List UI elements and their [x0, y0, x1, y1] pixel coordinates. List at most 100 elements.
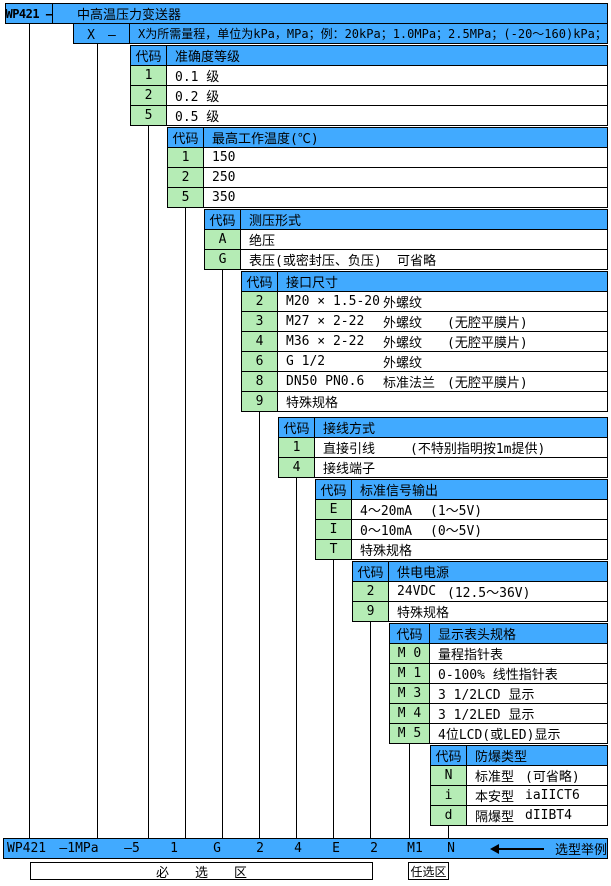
section-port-size: 代码 接口尺寸 2 M20 × 1.5-20外螺纹 3 M27 × 2-22外螺…	[241, 271, 608, 412]
row-desc: 隔爆型	[475, 806, 525, 825]
table-row: 1 直接引线(不特别指明按1m提供)	[278, 437, 608, 458]
row-note: (0～5V)	[430, 520, 482, 539]
connector-line	[148, 126, 149, 838]
row-desc: 本安型	[475, 786, 525, 805]
code-cell: 9	[352, 601, 389, 622]
connector-line	[97, 44, 98, 838]
row-thread: 外螺纹	[383, 292, 447, 311]
code-header-cell: 代码	[130, 45, 167, 66]
code-cell: d	[430, 805, 467, 826]
table-row: 2 250	[167, 167, 608, 188]
section-title: 准确度等级	[166, 45, 608, 66]
row-note: (12.5～36V)	[447, 582, 530, 601]
range-desc-cell: X为所需量程，单位为kPa，MPa；例：20kPa；1.0MPa；2.5MPa；…	[129, 23, 608, 44]
row-desc: 表压(或密封压、负压)	[249, 250, 397, 269]
left-arrow-shaft	[498, 848, 544, 850]
row-desc: G 1/2	[286, 354, 383, 369]
table-row: 8 DN50 PN0.6标准法兰(无腔平膜片)	[241, 371, 608, 392]
row-desc: 特殊规格	[286, 392, 338, 411]
code-header-cell: 代码	[278, 417, 315, 438]
table-row: 5 0.5 级	[130, 105, 608, 126]
row-desc: 0.2 级	[175, 86, 219, 105]
table-row: 2 0.2 级	[130, 85, 608, 106]
code-cell: M 5	[389, 723, 430, 744]
row-note: (不特别指明按1m提供)	[410, 438, 545, 457]
example-value: M1	[407, 839, 423, 858]
code-header-cell: 代码	[430, 745, 467, 766]
connector-line	[29, 24, 30, 838]
example-value: 2	[370, 839, 378, 858]
code-cell: 2	[167, 167, 204, 188]
connector-line	[409, 744, 410, 838]
row-desc: DN50 PN0.6	[286, 374, 383, 389]
code-header-cell: 代码	[315, 479, 352, 500]
table-row: 1 0.1 级	[130, 65, 608, 86]
row-desc: 0～10mA	[360, 520, 430, 539]
mandatory-zone-label: 必 选 区	[30, 862, 373, 880]
table-row: M 5 4位LCD(或LED)显示	[389, 723, 608, 744]
code-cell: E	[315, 499, 352, 520]
table-row: M 0 量程指针表	[389, 643, 608, 664]
section-title: 最高工作温度(℃)	[203, 127, 608, 148]
table-row: T 特殊规格	[315, 539, 608, 560]
code-cell: 5	[167, 187, 204, 208]
row-desc: 0-100% 线性指针表	[438, 664, 558, 683]
section-signal-output: 代码 标准信号输出 E 4～20mA(1～5V) I 0～10mA(0～5V) …	[315, 479, 608, 560]
table-row: d 隔爆型dIIBT4	[430, 805, 608, 826]
row-desc: 0.5 级	[175, 106, 219, 125]
row-desc: 标准型	[475, 766, 525, 785]
example-label: 选型举例	[555, 839, 607, 858]
table-row: 2 24VDC(12.5～36V)	[352, 581, 608, 602]
example-value: —1MPa	[59, 839, 98, 858]
example-value: 1	[170, 839, 178, 858]
row-thread: 外螺纹	[383, 332, 447, 351]
row-note: (可省略)	[525, 766, 580, 785]
row-desc: 3 1/2LED 显示	[438, 704, 534, 723]
row-note: iaIICT6	[525, 788, 580, 803]
code-cell: 1	[130, 65, 167, 86]
row-desc: M36 × 2-22	[286, 334, 383, 349]
row-desc: 4位LCD(或LED)显示	[438, 724, 560, 743]
section-pressure-type: 代码 测压形式 A 绝压 G 表压(或密封压、负压)可省略	[204, 209, 608, 270]
code-cell: M 4	[389, 703, 430, 724]
table-row: A 绝压	[204, 229, 608, 250]
example-model: WP421	[7, 839, 46, 858]
example-value: E	[332, 839, 340, 858]
table-row: N 标准型(可省略)	[430, 765, 608, 786]
code-cell: M 1	[389, 663, 430, 684]
connector-line	[259, 412, 260, 838]
row-note: (无腔平膜片)	[447, 372, 528, 391]
row-desc: 150	[212, 150, 235, 165]
code-cell: 9	[241, 391, 278, 412]
section-wiring: 代码 接线方式 1 直接引线(不特别指明按1m提供) 4 接线端子	[278, 417, 608, 478]
row-desc: 350	[212, 190, 235, 205]
row-note: (1～5V)	[430, 500, 482, 519]
table-row: 5 350	[167, 187, 608, 208]
table-row: 3 M27 × 2-22外螺纹(无腔平膜片)	[241, 311, 608, 332]
table-row: 9 特殊规格	[241, 391, 608, 412]
code-cell: G	[204, 249, 241, 270]
table-row: I 0～10mA(0～5V)	[315, 519, 608, 540]
code-cell: 6	[241, 351, 278, 372]
table-row: 4 M36 × 2-22外螺纹(无腔平膜片)	[241, 331, 608, 352]
code-cell: 5	[130, 105, 167, 126]
example-value: 2	[256, 839, 264, 858]
range-section: X — X为所需量程，单位为kPa，MPa；例：20kPa；1.0MPa；2.5…	[73, 23, 608, 44]
model-name-cell: 中高温压力变送器	[52, 3, 608, 24]
connector-line	[333, 560, 334, 838]
row-desc: M20 × 1.5-20	[286, 294, 383, 309]
table-row: 4 接线端子	[278, 457, 608, 478]
section-title: 标准信号输出	[351, 479, 608, 500]
code-header-cell: 代码	[389, 623, 430, 644]
row-desc: M27 × 2-22	[286, 314, 383, 329]
section-max-temp: 代码 最高工作温度(℃) 1 150 2 250 5 350	[167, 127, 608, 208]
row-thread: 外螺纹	[383, 352, 447, 371]
code-cell: 3	[241, 311, 278, 332]
code-cell: I	[315, 519, 352, 540]
row-desc: 3 1/2LCD 显示	[438, 684, 534, 703]
table-row: 1 150	[167, 147, 608, 168]
table-row: M 1 0-100% 线性指针表	[389, 663, 608, 684]
code-cell: 2	[352, 581, 389, 602]
optional-zone-label: 任选区	[408, 862, 449, 880]
example-value: G	[213, 839, 221, 858]
